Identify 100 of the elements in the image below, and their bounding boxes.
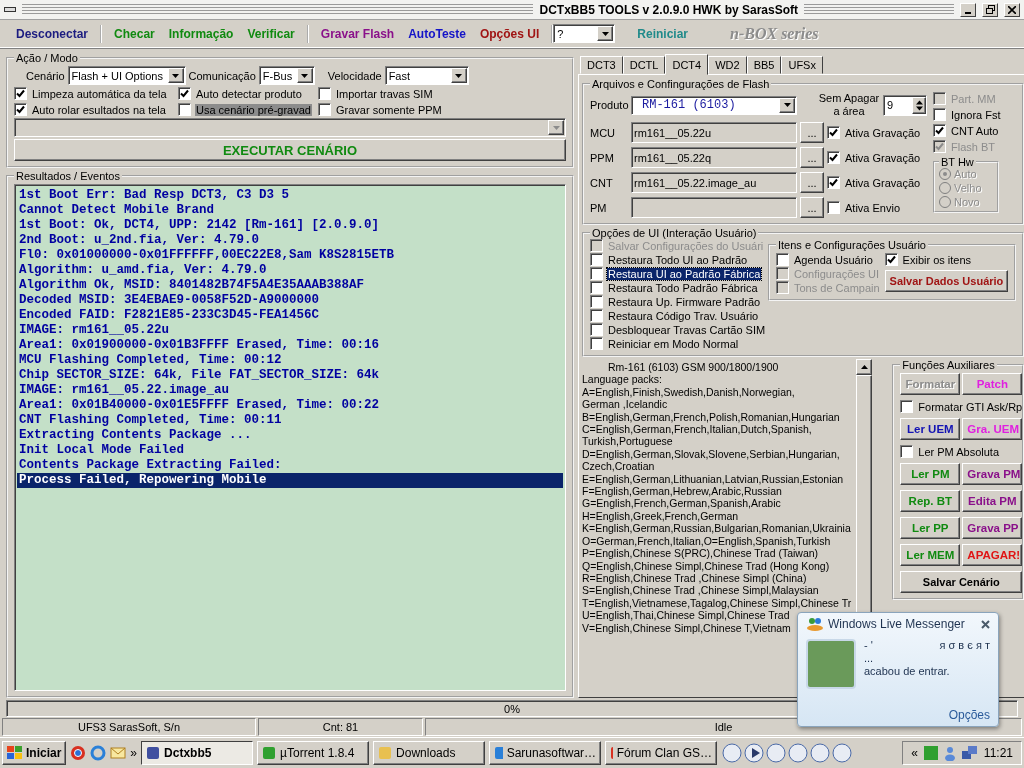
dropdown-arrow-button[interactable]	[548, 120, 564, 135]
checkbox[interactable]	[933, 108, 946, 121]
field-label: CNT	[590, 176, 614, 189]
checkbox[interactable]	[827, 201, 840, 214]
scroll-up-button[interactable]	[856, 359, 872, 375]
radio-label: Novo	[954, 196, 980, 208]
taskbar-button[interactable]: Sarunasoftwar…	[489, 741, 602, 765]
logo-text: n-BOX series	[730, 24, 819, 43]
log-line: 1st Boot Err: Bad Resp DCT3, C3 D3 5	[18, 188, 291, 203]
system-menu-icon[interactable]	[4, 7, 16, 12]
file-path-field[interactable]: rm161__05.22.image_au	[631, 172, 797, 193]
caret-icon	[172, 73, 180, 78]
info-text-line: D=English,German,Slovak,Slovene,Serbian,Hungarian,	[582, 447, 840, 461]
field-label: MCU	[590, 126, 617, 139]
tab[interactable]: BB5	[746, 56, 782, 74]
dropdown-arrow-button[interactable]	[597, 26, 614, 41]
spin-field[interactable]: 9	[883, 94, 927, 116]
check-icon	[829, 128, 838, 137]
tab[interactable]: UFSx	[781, 56, 823, 74]
checkbox[interactable]	[318, 103, 331, 116]
dropdown[interactable]: ?	[553, 24, 616, 43]
file-path-field[interactable]: rm161__05.22q	[631, 147, 797, 168]
taskbar-button[interactable]: Downloads	[373, 741, 486, 765]
toolbar-button[interactable]: AutoTeste	[402, 24, 472, 43]
checkbox[interactable]	[884, 253, 898, 266]
checkbox-label: Limpeza automática da tela	[31, 87, 168, 100]
browse-button[interactable]: ...	[800, 147, 824, 168]
dropdown-arrow-button[interactable]	[779, 97, 795, 113]
browse-button[interactable]: ...	[800, 197, 824, 218]
tab[interactable]: DCT4	[665, 54, 709, 75]
function-button[interactable]: Ler UEM	[900, 418, 961, 440]
checkbox[interactable]	[776, 253, 789, 266]
close-icon[interactable]	[981, 619, 990, 629]
checkbox[interactable]	[178, 87, 191, 100]
restore-button[interactable]	[982, 2, 998, 17]
checkbox[interactable]	[14, 87, 27, 100]
browse-button[interactable]: ...	[800, 172, 824, 193]
checkbox[interactable]	[590, 281, 603, 294]
taskbar-button[interactable]: Dctxbb5	[141, 741, 254, 765]
info-text-line: Q=English,Chinese Simpl,Chinese Trad (Hong Kong)	[582, 559, 830, 572]
tray-expand-button[interactable]: «	[911, 746, 918, 760]
dropdown-arrow-button[interactable]	[167, 68, 184, 83]
minimize-button[interactable]	[960, 2, 976, 17]
checkbox[interactable]	[590, 337, 603, 350]
file-path-field[interactable]	[631, 197, 797, 218]
checkbox[interactable]	[590, 323, 603, 336]
checkbox[interactable]	[590, 267, 603, 280]
checkbox[interactable]	[590, 295, 603, 308]
tab[interactable]: WD2	[708, 56, 747, 74]
browse-button[interactable]: ...	[800, 122, 824, 143]
checkbox[interactable]	[827, 176, 840, 189]
toolbar-button[interactable]: Opções UI	[473, 24, 546, 43]
function-button[interactable]: Grava PM	[962, 463, 1023, 485]
log-line: Init Local Mode Failed	[18, 443, 186, 458]
checkbox-label: Agenda Usuário	[793, 253, 874, 266]
function-button[interactable]: Grava PP	[962, 517, 1023, 539]
file-path-field[interactable]: rm161__05.22u	[631, 122, 797, 143]
checkbox[interactable]	[14, 103, 27, 116]
dropdown[interactable]: F-Bus	[258, 66, 315, 85]
dropdown[interactable]: RM-161 (6103)	[631, 95, 797, 115]
more-button[interactable]: »	[130, 746, 138, 760]
checkbox[interactable]	[590, 253, 603, 266]
taskbar-button[interactable]: µTorrent 1.8.4	[257, 741, 370, 765]
field-label: PM	[590, 201, 608, 214]
browser-icon[interactable]	[90, 745, 107, 761]
info-text-line: F=English,German,Hebrew,Arabic,Russian	[582, 485, 782, 498]
tab[interactable]: DCTL	[622, 56, 666, 74]
spin-buttons[interactable]	[912, 96, 926, 114]
info-text-line: E=English,German,Lithuanian,Latvian,Russian,Estonian	[582, 472, 844, 486]
function-button[interactable]: Edita PM	[962, 490, 1023, 512]
taskbar-button[interactable]: Fórum Clan GS…	[605, 741, 718, 765]
checkbox[interactable]	[178, 103, 191, 116]
checkbox[interactable]	[900, 400, 914, 413]
checkbox[interactable]	[933, 124, 946, 137]
checkbox[interactable]	[827, 151, 840, 164]
checkbox[interactable]	[318, 87, 331, 100]
dropdown-arrow-button[interactable]	[450, 68, 467, 83]
toolbar-button[interactable]: Desconectar	[10, 24, 95, 43]
toolbar-button[interactable]: Gravar Flash	[314, 24, 401, 43]
browser-icon[interactable]	[70, 745, 87, 761]
group-title: Funções Auxiliares	[901, 359, 996, 371]
start-button[interactable]: Iniciar	[2, 741, 67, 765]
close-button[interactable]	[1004, 2, 1020, 17]
save-scenario-button[interactable]: Salvar Cenário	[900, 571, 1023, 593]
dropdown-arrow-button[interactable]	[296, 68, 313, 83]
info-text-line: V=English,Chinese Simpl,Chinese T,Vietnam	[582, 621, 791, 634]
checkbox[interactable]	[900, 445, 914, 458]
save-user-data-button[interactable]: Salvar Dados Usuário	[884, 270, 1009, 292]
checkbox[interactable]	[827, 126, 840, 139]
log-line: Encoded FAID: F2821E85-233C3D45-FEA1456C	[18, 308, 321, 323]
check-icon	[886, 255, 896, 264]
checkbox-label: Desbloquear Travas Cartão SIM	[607, 323, 767, 336]
dropdown[interactable]: Fast	[384, 66, 469, 85]
checkbox[interactable]	[590, 309, 603, 322]
dropdown[interactable]	[14, 118, 566, 137]
network-icon[interactable]	[961, 746, 978, 760]
close-icon	[1008, 5, 1016, 14]
contact-name: я σ в є я т	[939, 639, 990, 651]
tab[interactable]: DCT3	[580, 56, 623, 74]
dropdown[interactable]: Flash + UI Options	[67, 66, 186, 85]
